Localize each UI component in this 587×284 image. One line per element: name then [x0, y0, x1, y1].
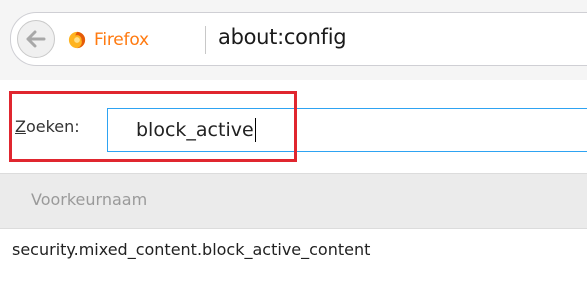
preference-name-cell: security.mixed_content.block_active_cont…: [12, 240, 371, 259]
navigation-toolbar: Firefox about:config: [0, 0, 587, 81]
search-label-accesskey: Z: [15, 117, 26, 136]
search-label-text: oeken:: [25, 117, 80, 136]
search-label: Zoeken:: [15, 117, 80, 136]
identity-label: Firefox: [94, 30, 149, 50]
url-separator: [205, 26, 206, 54]
search-input-value: block_active: [136, 119, 254, 141]
table-row[interactable]: security.mixed_content.block_active_cont…: [0, 229, 587, 273]
search-input[interactable]: block_active: [107, 108, 587, 152]
text-caret: [254, 118, 256, 142]
arrow-left-icon: [26, 30, 46, 48]
identity-box[interactable]: Firefox: [68, 27, 149, 53]
firefox-logo-icon: [68, 31, 86, 49]
url-text[interactable]: about:config: [218, 25, 347, 49]
column-header-preference-name[interactable]: Voorkeurnaam: [31, 190, 147, 209]
table-header: Voorkeurnaam: [0, 173, 587, 229]
back-button[interactable]: [17, 20, 55, 58]
search-row: Zoeken: block_active: [0, 80, 587, 173]
